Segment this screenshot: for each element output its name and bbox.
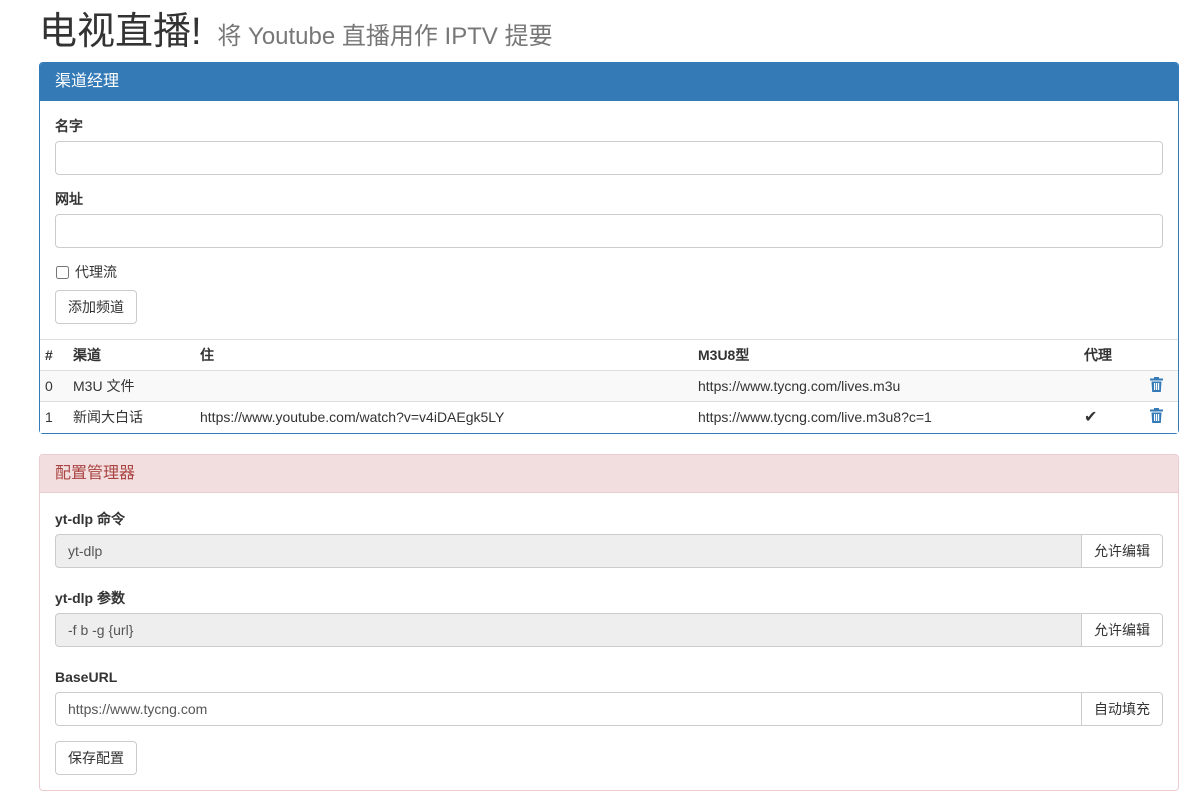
- table-header-row: # 渠道 住 M3U8型 代理: [40, 339, 1178, 371]
- baseurl-label: BaseURL: [55, 668, 118, 685]
- ytdlp-cmd-label: yt-dlp 命令: [55, 510, 125, 527]
- name-label: 名字: [55, 118, 83, 134]
- ytdlp-cmd-group: yt-dlp 命令 允许编辑: [55, 509, 1163, 568]
- trash-icon[interactable]: [1149, 377, 1163, 395]
- col-header-live: 住: [195, 339, 693, 371]
- row-m3u8: https://www.tycng.com/lives.m3u: [693, 370, 1079, 402]
- baseurl-autofill-button[interactable]: 自动填充: [1081, 691, 1163, 726]
- add-channel-button[interactable]: 添加频道: [55, 290, 137, 324]
- ytdlp-cmd-input[interactable]: [55, 533, 1082, 568]
- row-proxy: ✔: [1079, 401, 1134, 433]
- proxy-checkbox-row: 代理流: [55, 262, 1163, 282]
- channel-form: 名字 网址 代理流 添加频道: [40, 101, 1178, 339]
- ytdlp-cmd-edit-button[interactable]: 允许编辑: [1081, 533, 1163, 568]
- table-row: 0 M3U 文件 https://www.tycng.com/lives.m3u: [40, 370, 1178, 402]
- page-container: 电视直播! 将 Youtube 直播用作 IPTV 提要 渠道经理 名字 网址 …: [39, 0, 1179, 791]
- col-header-channel: 渠道: [68, 339, 195, 371]
- ytdlp-args-edit-button[interactable]: 允许编辑: [1081, 612, 1163, 647]
- row-live: https://www.youtube.com/watch?v=v4iDAEgk…: [195, 401, 693, 433]
- channel-manager-title: 渠道经理: [40, 63, 1178, 101]
- save-config-button[interactable]: 保存配置: [55, 740, 137, 775]
- ytdlp-args-input[interactable]: [55, 612, 1082, 647]
- row-index: 0: [40, 370, 68, 402]
- row-channel: M3U 文件: [68, 370, 195, 402]
- baseurl-group: BaseURL 自动填充: [55, 667, 1163, 726]
- name-input[interactable]: [55, 141, 1163, 175]
- app-subtitle: 将 Youtube 直播用作 IPTV 提要: [217, 23, 553, 50]
- row-m3u8: https://www.tycng.com/live.m3u8?c=1: [693, 401, 1079, 433]
- row-proxy: [1079, 370, 1134, 402]
- channel-manager-panel: 渠道经理 名字 网址 代理流 添加频道 # 渠道 住 M3U8型 代理 0 M3…: [39, 62, 1179, 434]
- page-title: 电视直播! 将 Youtube 直播用作 IPTV 提要: [39, 0, 1179, 62]
- config-form: yt-dlp 命令 允许编辑 yt-dlp 参数 允许编辑 BaseURL 自动…: [40, 493, 1178, 790]
- baseurl-input[interactable]: [55, 691, 1082, 726]
- config-manager-panel: 配置管理器 yt-dlp 命令 允许编辑 yt-dlp 参数 允许编辑 Base…: [39, 453, 1179, 791]
- channel-table: # 渠道 住 M3U8型 代理 0 M3U 文件 https://www.tyc…: [40, 339, 1178, 433]
- row-actions: [1134, 401, 1178, 433]
- ytdlp-args-input-group: 允许编辑: [55, 612, 1163, 647]
- table-row: 1 新闻大白话 https://www.youtube.com/watch?v=…: [40, 401, 1178, 433]
- proxy-label: 代理流: [75, 264, 117, 280]
- row-actions: [1134, 370, 1178, 402]
- name-group: 名字: [55, 116, 1163, 175]
- url-group: 网址: [55, 189, 1163, 248]
- baseurl-input-group: 自动填充: [55, 691, 1163, 726]
- col-header-index: #: [40, 339, 68, 371]
- col-header-m3u8: M3U8型: [693, 339, 1079, 371]
- trash-icon[interactable]: [1149, 408, 1163, 426]
- app-title: 电视直播!: [39, 11, 202, 53]
- ytdlp-cmd-input-group: 允许编辑: [55, 533, 1163, 568]
- row-channel: 新闻大白话: [68, 401, 195, 433]
- url-label: 网址: [55, 191, 83, 207]
- row-live: [195, 370, 693, 402]
- config-manager-title: 配置管理器: [40, 454, 1178, 493]
- url-input[interactable]: [55, 214, 1163, 248]
- col-header-actions: [1134, 339, 1178, 371]
- ytdlp-args-group: yt-dlp 参数 允许编辑: [55, 588, 1163, 647]
- row-index: 1: [40, 401, 68, 433]
- ytdlp-args-label: yt-dlp 参数: [55, 589, 125, 606]
- proxy-checkbox[interactable]: [56, 265, 69, 279]
- col-header-proxy: 代理: [1079, 339, 1134, 371]
